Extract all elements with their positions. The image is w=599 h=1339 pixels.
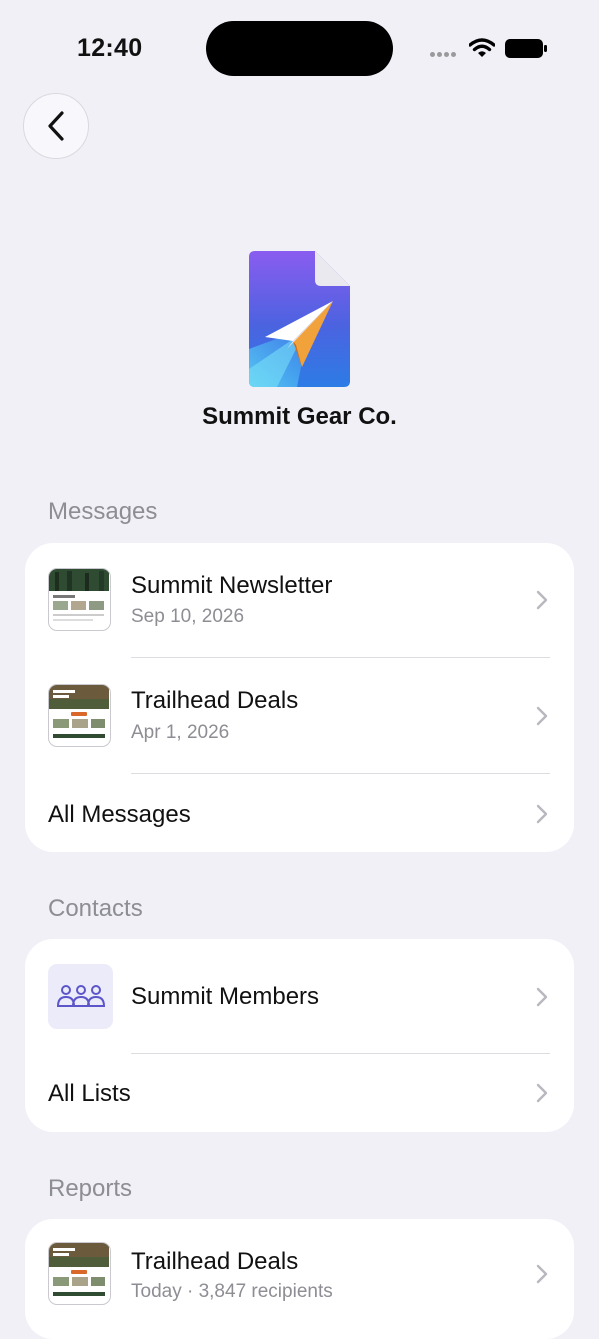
reports-card: Trailhead Deals Today · 3,847 recipients	[25, 1219, 574, 1339]
chevron-right-icon	[536, 804, 548, 824]
wifi-icon	[469, 38, 495, 57]
report-subtitle: Today · 3,847 recipients	[131, 1281, 333, 1302]
report-title: Trailhead Deals	[131, 1248, 299, 1275]
report-row-trailhead-deals[interactable]: Trailhead Deals Today · 3,847 recipients	[25, 1219, 574, 1329]
people-group-icon	[56, 984, 105, 1007]
all-messages-label: All Messages	[48, 801, 191, 828]
group-icon-tile	[48, 964, 113, 1029]
dynamic-island	[206, 21, 393, 76]
all-lists-row[interactable]: All Lists	[25, 1054, 574, 1132]
message-date: Apr 1, 2026	[131, 722, 230, 743]
reports-section-title: Reports	[48, 1175, 133, 1202]
chevron-right-icon	[536, 590, 548, 610]
status-bar: 12:40	[0, 0, 599, 96]
chevron-right-icon	[536, 706, 548, 726]
send-document-icon	[249, 251, 350, 387]
contact-list-title: Summit Members	[131, 983, 320, 1010]
chevron-right-icon	[536, 1264, 548, 1284]
back-button[interactable]	[23, 93, 89, 159]
message-date: Sep 10, 2026	[131, 606, 245, 627]
report-thumbnail	[48, 1242, 111, 1305]
contacts-section-title: Contacts	[48, 895, 143, 922]
cellular-signal-icon	[430, 52, 460, 58]
deals-thumbnail	[48, 684, 111, 747]
message-row-trailhead-deals[interactable]: Trailhead Deals Apr 1, 2026	[25, 658, 574, 774]
message-title: Summit Newsletter	[131, 572, 333, 599]
chevron-right-icon	[536, 1083, 548, 1103]
contacts-card: Summit Members All Lists	[25, 939, 574, 1132]
all-lists-label: All Lists	[48, 1080, 131, 1107]
battery-icon	[505, 39, 547, 58]
contact-list-row-summit-members[interactable]: Summit Members	[25, 939, 574, 1053]
messages-section-title: Messages	[48, 498, 158, 525]
chevron-right-icon	[536, 987, 548, 1007]
account-name: Summit Gear Co.	[202, 403, 397, 430]
messages-card: Summit Newsletter Sep 10, 2026 Trailhead…	[25, 543, 574, 852]
message-title: Trailhead Deals	[131, 687, 299, 714]
status-time: 12:40	[77, 34, 143, 62]
all-messages-row[interactable]: All Messages	[25, 774, 574, 852]
chevron-left-icon	[48, 111, 64, 141]
newsletter-thumbnail	[48, 568, 111, 631]
message-row-summit-newsletter[interactable]: Summit Newsletter Sep 10, 2026	[25, 543, 574, 658]
